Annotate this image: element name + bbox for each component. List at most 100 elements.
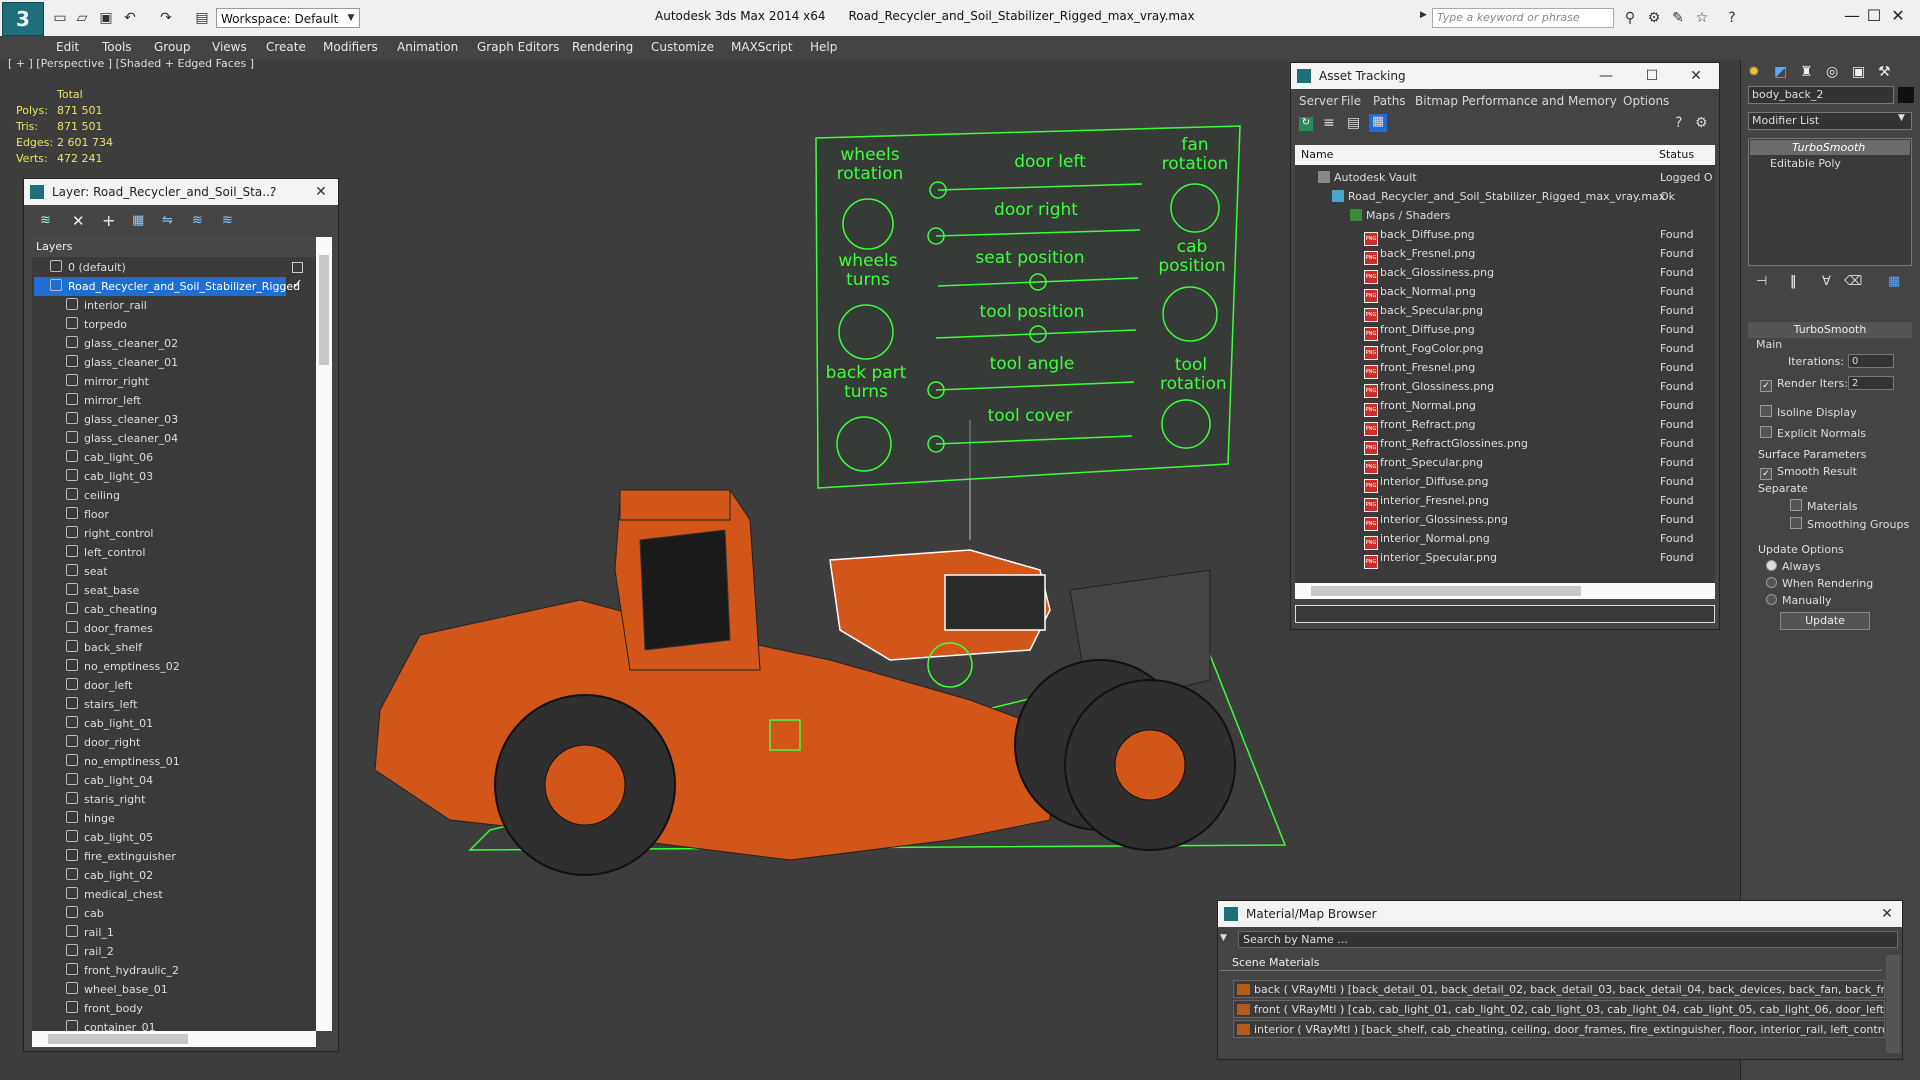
show-end-result-icon[interactable]: ‖ bbox=[1790, 274, 1797, 289]
update-manually-option[interactable]: Manually bbox=[1766, 594, 1832, 607]
layer-item[interactable]: glass_cleaner_02 bbox=[66, 334, 178, 353]
chevron-down-icon[interactable]: ▼ bbox=[1898, 113, 1905, 123]
explicit-normals-option[interactable]: Explicit Normals bbox=[1760, 426, 1866, 440]
asset-horizontal-scrollbar[interactable] bbox=[1295, 583, 1715, 599]
layer-item[interactable]: cab bbox=[66, 904, 104, 923]
asset-row-map[interactable]: PNG back_Diffuse.png bbox=[1364, 225, 1475, 246]
asset-row-vault[interactable]: Autodesk Vault bbox=[1318, 168, 1417, 187]
layer-item[interactable]: fire_extinguisher bbox=[66, 847, 176, 866]
menu-server[interactable]: Server bbox=[1299, 94, 1338, 108]
layer-item[interactable]: glass_cleaner_03 bbox=[66, 410, 178, 429]
binoculars-icon[interactable]: ⚲ bbox=[1620, 8, 1640, 28]
asset-row-map[interactable]: PNG interior_Normal.png bbox=[1364, 529, 1490, 550]
render-iters-row[interactable]: ✓ Render Iters: bbox=[1760, 377, 1848, 392]
delete-layer-icon[interactable]: ✕ bbox=[72, 212, 85, 230]
current-layer-box-icon[interactable] bbox=[292, 262, 303, 273]
layer-item[interactable]: front_body bbox=[66, 999, 143, 1018]
menu-tools[interactable]: Tools bbox=[102, 40, 132, 54]
asset-row-map[interactable]: PNG front_RefractGlossines.png bbox=[1364, 434, 1528, 455]
material-browser-scrollbar[interactable] bbox=[1886, 955, 1900, 1053]
layer-item[interactable]: cab_light_02 bbox=[66, 866, 153, 885]
update-button[interactable]: Update bbox=[1780, 612, 1870, 630]
layer-item[interactable]: interior_rail bbox=[66, 296, 147, 315]
layer-item[interactable]: stairs_left bbox=[66, 695, 137, 714]
asset-row-map[interactable]: PNG front_FogColor.png bbox=[1364, 339, 1483, 360]
materials-checkbox[interactable] bbox=[1790, 499, 1802, 511]
layer-item[interactable]: torpedo bbox=[66, 315, 127, 334]
highlight-layer-icon[interactable]: ≋ bbox=[192, 213, 203, 228]
machine-model[interactable] bbox=[330, 420, 1300, 940]
horizontal-scrollbar[interactable] bbox=[32, 1031, 316, 1047]
menu-options[interactable]: Options bbox=[1623, 94, 1669, 108]
close-icon[interactable]: ✕ bbox=[308, 179, 334, 205]
modifier-list-dropdown[interactable]: Modifier List bbox=[1748, 112, 1912, 130]
column-name[interactable]: Name bbox=[1301, 148, 1333, 161]
menu-modifiers[interactable]: Modifiers bbox=[323, 40, 378, 54]
scrollbar-thumb[interactable] bbox=[1311, 586, 1581, 596]
menu-create[interactable]: Create bbox=[266, 40, 306, 54]
menu-edit[interactable]: Edit bbox=[56, 40, 79, 54]
stack-item-editable-poly[interactable]: Editable Poly bbox=[1750, 156, 1910, 171]
update-when-rendering-option[interactable]: When Rendering bbox=[1766, 577, 1873, 590]
menu-views[interactable]: Views bbox=[212, 40, 247, 54]
layer-item[interactable]: no_emptiness_02 bbox=[66, 657, 180, 676]
asset-row-map[interactable]: PNG back_Specular.png bbox=[1364, 301, 1483, 322]
asset-tracking-titlebar[interactable]: Asset Tracking — ☐ ✕ bbox=[1291, 63, 1719, 89]
pin-stack-icon[interactable]: ⊣ bbox=[1756, 274, 1767, 289]
material-row-front[interactable]: front ( VRayMtl ) [cab, cab_light_01, ca… bbox=[1233, 1000, 1885, 1018]
asset-row-map[interactable]: PNG front_Specular.png bbox=[1364, 453, 1483, 474]
layer-item[interactable]: rail_2 bbox=[66, 942, 114, 961]
menu-bitmap-performance[interactable]: Bitmap Performance and Memory bbox=[1415, 94, 1617, 108]
always-radio[interactable] bbox=[1766, 560, 1777, 571]
favorites-star-icon[interactable]: ☆ bbox=[1692, 8, 1712, 28]
layer-item[interactable]: container_01 bbox=[66, 1018, 156, 1031]
add-selection-icon[interactable]: ▦ bbox=[132, 213, 144, 228]
layer-item[interactable]: floor bbox=[66, 505, 109, 524]
new-file-icon[interactable]: ▭ bbox=[50, 8, 70, 28]
asset-row-map[interactable]: PNG interior_Fresnel.png bbox=[1364, 491, 1489, 512]
settings-icon[interactable]: ⚙ bbox=[1695, 115, 1708, 131]
column-status[interactable]: Status bbox=[1659, 148, 1694, 161]
asset-status-field[interactable] bbox=[1295, 605, 1715, 623]
help-icon[interactable]: ? bbox=[1722, 8, 1742, 28]
help-icon[interactable]: ? bbox=[1675, 115, 1682, 131]
layer-item[interactable]: ceiling bbox=[66, 486, 120, 505]
layer-item[interactable]: back_shelf bbox=[66, 638, 142, 657]
project-folder-icon[interactable]: ▤ bbox=[192, 8, 212, 28]
menu-paths[interactable]: Paths bbox=[1373, 94, 1406, 108]
when-rendering-radio[interactable] bbox=[1766, 577, 1777, 588]
menu-group[interactable]: Group bbox=[154, 40, 191, 54]
modify-tab-icon[interactable]: ◩ bbox=[1774, 64, 1787, 80]
menu-rendering[interactable]: Rendering bbox=[572, 40, 633, 54]
layer-item[interactable]: no_emptiness_01 bbox=[66, 752, 180, 771]
layer-item[interactable]: mirror_right bbox=[66, 372, 149, 391]
close-icon[interactable]: ✕ bbox=[1876, 4, 1920, 28]
layer-item[interactable]: glass_cleaner_01 bbox=[66, 353, 178, 372]
asset-row-map[interactable]: PNG front_Normal.png bbox=[1364, 396, 1476, 417]
menu-animation[interactable]: Animation bbox=[397, 40, 458, 54]
materials-option[interactable]: Materials bbox=[1790, 499, 1857, 513]
asset-row-map[interactable]: PNG front_Diffuse.png bbox=[1364, 320, 1475, 341]
close-icon[interactable]: ✕ bbox=[1874, 901, 1900, 927]
motion-tab-icon[interactable]: ◎ bbox=[1826, 64, 1838, 80]
layer-item[interactable]: cab_light_04 bbox=[66, 771, 153, 790]
menu-file[interactable]: File bbox=[1341, 94, 1361, 108]
hide-all-icon[interactable]: ≋ bbox=[222, 213, 233, 228]
layer-item[interactable]: cab_cheating bbox=[66, 600, 157, 619]
layers-list[interactable]: Layers 0 (default) Road_Recycler_and_Soi… bbox=[32, 237, 316, 1031]
modifier-stack[interactable]: TurboSmooth Editable Poly bbox=[1748, 138, 1912, 266]
object-color-swatch[interactable] bbox=[1898, 87, 1914, 103]
asset-row-map[interactable]: PNG back_Normal.png bbox=[1364, 282, 1476, 303]
scrollbar-thumb[interactable] bbox=[48, 1034, 188, 1044]
close-icon[interactable]: ✕ bbox=[1683, 63, 1709, 89]
layer-item[interactable]: glass_cleaner_04 bbox=[66, 429, 178, 448]
asset-row-map[interactable]: PNG front_Fresnel.png bbox=[1364, 358, 1475, 379]
asset-row-max-file[interactable]: Road_Recycler_and_Soil_Stabilizer_Rigged… bbox=[1332, 187, 1665, 206]
add-layer-icon[interactable]: + bbox=[102, 211, 115, 230]
maximize-icon[interactable]: ☐ bbox=[1639, 63, 1665, 89]
asset-row-map[interactable]: PNG back_Fresnel.png bbox=[1364, 244, 1475, 265]
configure-sets-icon[interactable]: ▦ bbox=[1888, 274, 1900, 289]
smooth-result-option[interactable]: ✓ Smooth Result bbox=[1760, 465, 1857, 480]
scene-materials-group[interactable]: Scene Materials bbox=[1220, 955, 1882, 971]
layer-panel-titlebar[interactable]: Layer: Road_Recycler_and_Soil_Sta... ? ✕ bbox=[24, 179, 338, 205]
